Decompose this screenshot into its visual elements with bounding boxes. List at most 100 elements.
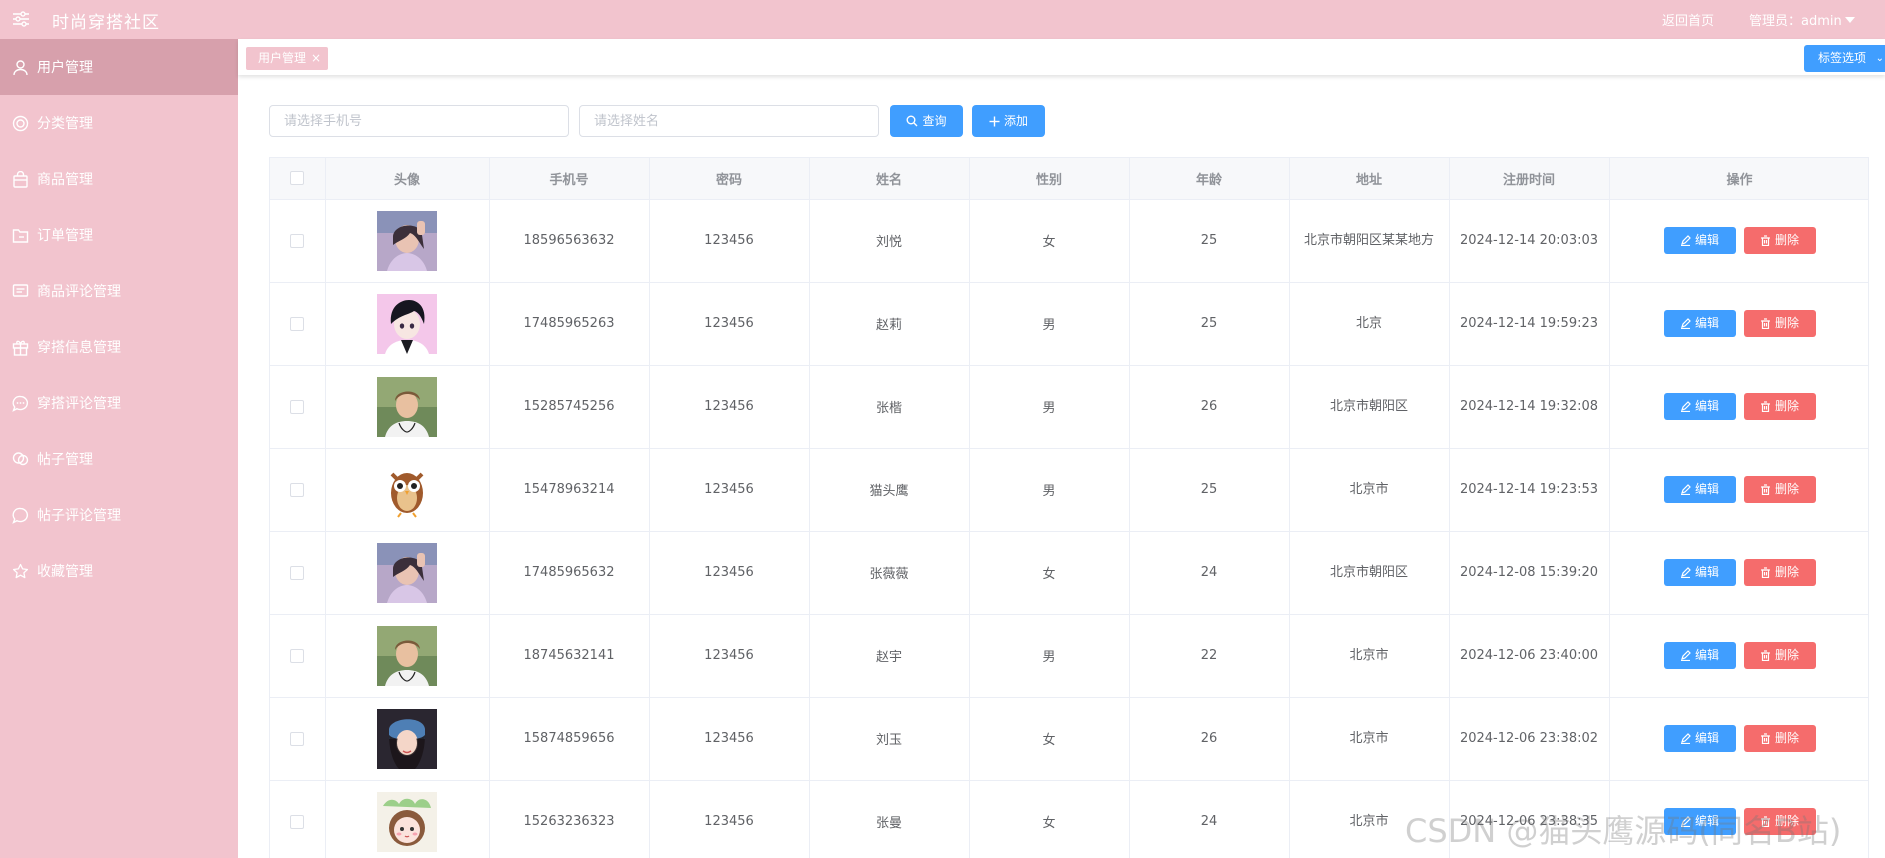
- table-row: 15285745256 123456 张楷男 26 北京市朝阳区 2024-12-14 1…: [270, 365, 1868, 449]
- sidebar-item-outfit-comments[interactable]: 穿搭评论管理: [0, 375, 238, 431]
- phone-cell: 18745632141: [489, 614, 650, 698]
- delete-button[interactable]: 删除: [1743, 393, 1816, 420]
- password-cell: 123456: [649, 780, 810, 858]
- edit-icon: [1680, 235, 1691, 247]
- edit-button[interactable]: 编辑: [1663, 642, 1736, 669]
- search-button[interactable]: 查询: [890, 105, 963, 137]
- select-all-checkbox[interactable]: [290, 171, 305, 186]
- delete-button[interactable]: 删除: [1743, 725, 1816, 752]
- edit-button[interactable]: 编辑: [1663, 310, 1736, 337]
- top-bar: 时尚穿搭社区 返回首页 管理员：admin: [0, 0, 1885, 39]
- avatar: [377, 210, 437, 271]
- sidebar-item-label: 商品管理: [37, 172, 93, 188]
- edit-button[interactable]: 编辑: [1663, 227, 1736, 254]
- trash-icon: [1760, 650, 1770, 662]
- row-checkbox[interactable]: [290, 233, 305, 248]
- row-checkbox[interactable]: [290, 565, 305, 580]
- select-cell: [270, 282, 326, 366]
- table-row: 17485965263 123456 赵莉男 25 北京 2024-12-14 19:59…: [270, 282, 1868, 366]
- select-cell: [270, 697, 326, 781]
- table-row: 18596563632 123456 刘悦女 25 北京市朝阳区某某地方 2024-12-…: [270, 199, 1868, 283]
- sidebar-item-favorites[interactable]: 收藏管理: [0, 543, 238, 599]
- phone-search-input[interactable]: [269, 105, 569, 137]
- registered-cell: 2024-12-14 20:03:03: [1449, 199, 1610, 283]
- edit-button[interactable]: 编辑: [1663, 476, 1736, 503]
- row-checkbox[interactable]: [290, 316, 305, 331]
- sidebar-item-label: 穿搭评论管理: [37, 396, 121, 412]
- column-header: 手机号: [489, 158, 650, 200]
- phone-cell: 15263236323: [489, 780, 650, 858]
- sidebar-item-posts[interactable]: 帖子管理: [0, 431, 238, 487]
- sidebar-item-users[interactable]: 用户管理: [0, 39, 238, 95]
- sidebar-item-products[interactable]: 商品管理: [0, 151, 238, 207]
- address-text: 北京市: [1349, 647, 1389, 663]
- delete-button[interactable]: 删除: [1743, 227, 1816, 254]
- edit-button[interactable]: 编辑: [1663, 393, 1736, 420]
- sidebar-item-post-comments[interactable]: 帖子评论管理: [0, 487, 238, 543]
- edit-icon: [1680, 567, 1691, 579]
- edit-button[interactable]: 编辑: [1663, 725, 1736, 752]
- avatar: [377, 625, 437, 686]
- row-checkbox[interactable]: [290, 648, 305, 663]
- sidebar-item-orders[interactable]: 订单管理: [0, 207, 238, 263]
- registered-cell: 2024-12-06 23:38:02: [1449, 697, 1610, 781]
- address-text: 北京市: [1349, 481, 1389, 497]
- home-link[interactable]: 返回首页: [1662, 10, 1714, 29]
- tab-user-management[interactable]: 用户管理 ×: [246, 47, 329, 70]
- password-cell: 123456: [649, 199, 810, 283]
- edit-icon: [1680, 650, 1691, 662]
- table-row: 15874859656 123456 刘玉女 26 北京市 2024-12-06 23:3…: [270, 697, 1868, 781]
- delete-button-label: 删除: [1774, 648, 1799, 662]
- password-cell: 123456: [649, 282, 810, 366]
- trash-icon: [1760, 401, 1770, 413]
- avatar: [377, 293, 437, 354]
- password-cell: 123456: [649, 531, 810, 615]
- search-button-label: 查询: [922, 114, 947, 128]
- avatar-cell: [325, 365, 490, 449]
- delete-button-label: 删除: [1774, 399, 1799, 413]
- password-cell: 123456: [649, 448, 810, 532]
- sidebar-item-outfits[interactable]: 穿搭信息管理: [0, 319, 238, 375]
- row-checkbox[interactable]: [290, 731, 305, 746]
- row-checkbox[interactable]: [290, 482, 305, 497]
- tab-options-button[interactable]: 标签选项 ⌄: [1804, 45, 1885, 72]
- avatar-cell: [325, 780, 490, 858]
- admin-label: 管理员：admin: [1749, 14, 1842, 29]
- search-icon: [906, 115, 918, 127]
- avatar-cell: [325, 697, 490, 781]
- close-icon[interactable]: ×: [311, 47, 321, 70]
- folder-icon: [12, 229, 29, 243]
- sidebar-item-product-comments[interactable]: 商品评论管理: [0, 263, 238, 319]
- address-text: 北京市朝阳区: [1329, 564, 1408, 580]
- age-cell: 25: [1129, 282, 1290, 366]
- row-checkbox[interactable]: [290, 399, 305, 414]
- delete-button[interactable]: 删除: [1743, 642, 1816, 669]
- edit-button[interactable]: 编辑: [1663, 559, 1736, 586]
- phone-cell: 15285745256: [489, 365, 650, 449]
- delete-button[interactable]: 删除: [1743, 476, 1816, 503]
- edit-icon: [1680, 484, 1691, 496]
- sidebar-item-categories[interactable]: 分类管理: [0, 95, 238, 151]
- sliders-icon[interactable]: [12, 10, 30, 28]
- select-all-cell: [270, 158, 326, 200]
- column-header: 姓名: [809, 158, 970, 200]
- age-cell: 26: [1129, 365, 1290, 449]
- column-header: 密码: [649, 158, 810, 200]
- row-checkbox[interactable]: [290, 814, 305, 829]
- admin-dropdown[interactable]: 管理员：admin: [1749, 10, 1855, 29]
- select-cell: [270, 614, 326, 698]
- table-row: 15478963214 123456 猫头鹰男 25 北京市 2024-12-14 19:…: [270, 448, 1868, 532]
- registered-cell: 2024-12-14 19:59:23: [1449, 282, 1610, 366]
- phone-cell: 18596563632: [489, 199, 650, 283]
- sidebar-item-label: 商品评论管理: [37, 284, 121, 300]
- delete-button[interactable]: 删除: [1743, 310, 1816, 337]
- select-cell: [270, 448, 326, 532]
- avatar-cell: [325, 448, 490, 532]
- address-cell: 北京市朝阳区: [1289, 365, 1450, 449]
- column-header: 注册时间: [1449, 158, 1610, 200]
- avatar: [377, 791, 437, 852]
- add-button[interactable]: 添加: [972, 105, 1045, 137]
- select-cell: [270, 531, 326, 615]
- name-search-input[interactable]: [579, 105, 879, 137]
- delete-button[interactable]: 删除: [1743, 559, 1816, 586]
